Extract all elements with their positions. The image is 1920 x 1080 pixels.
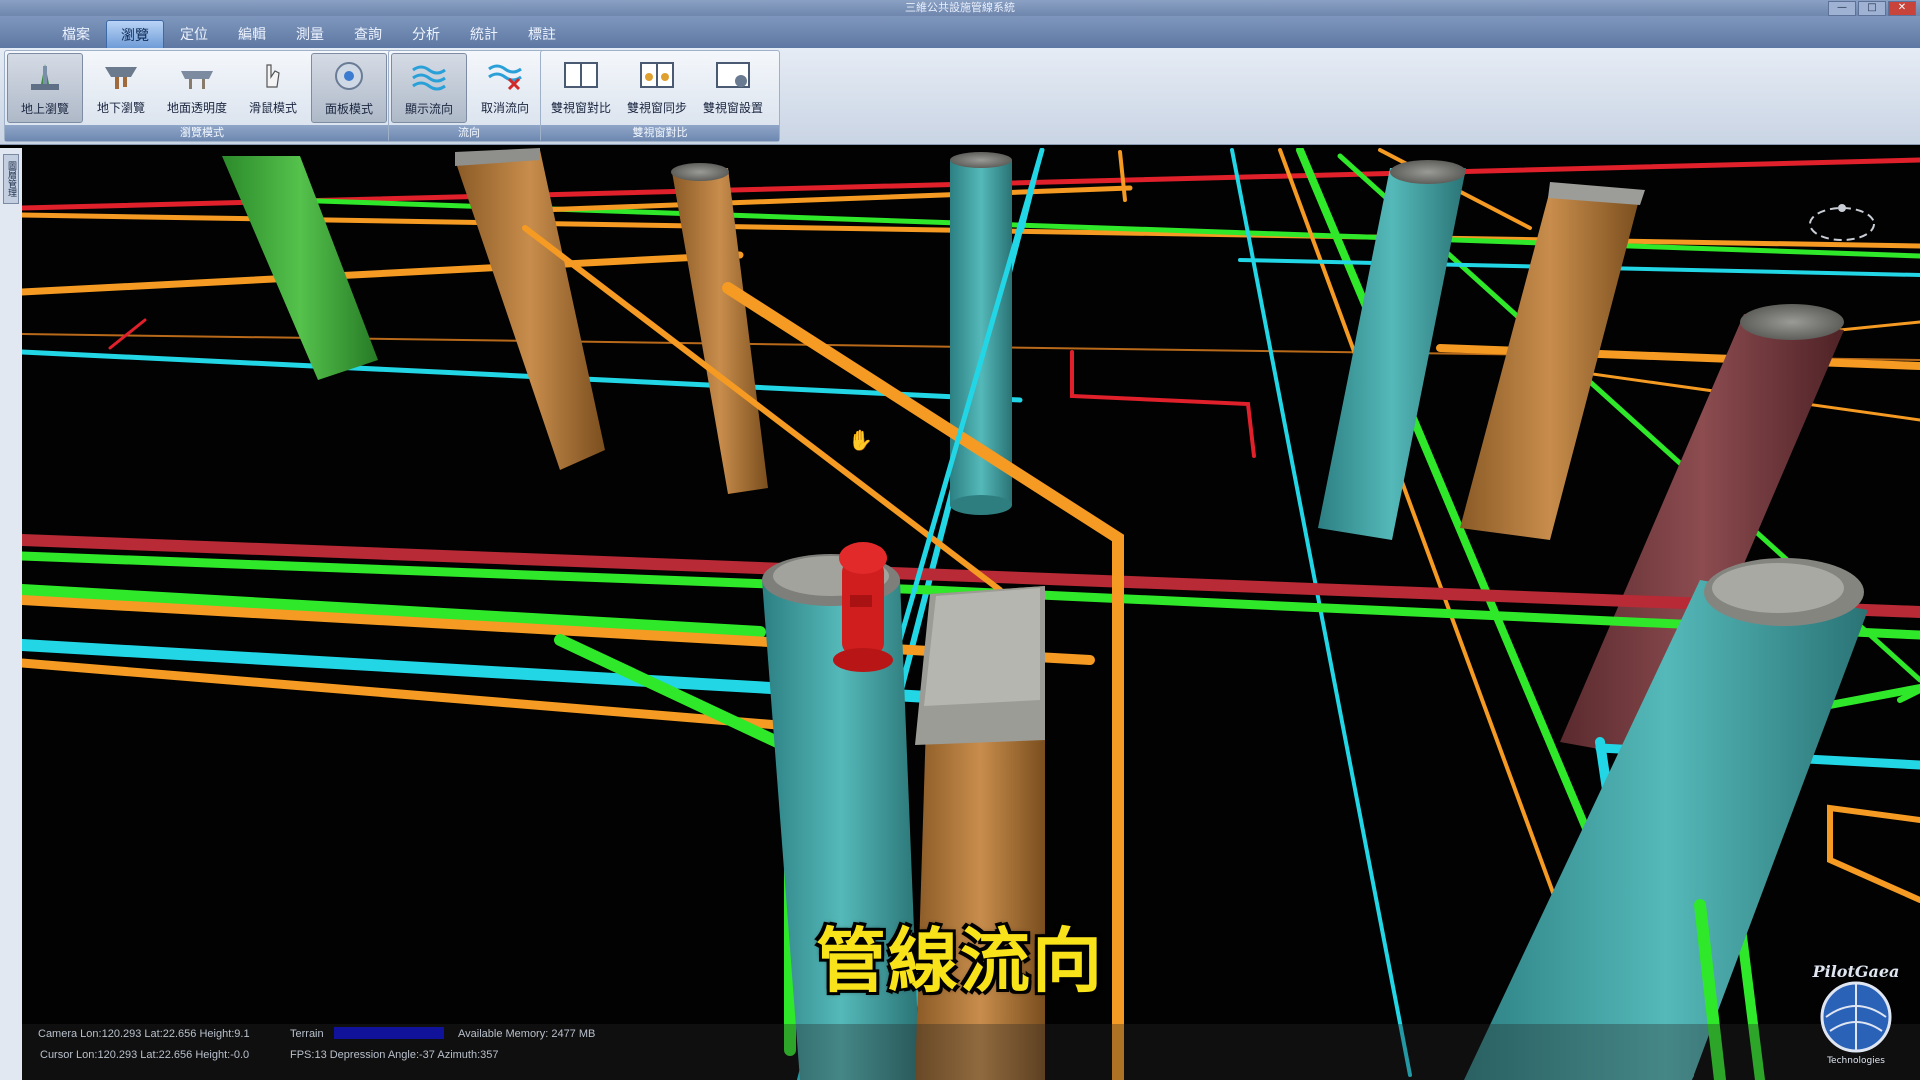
ribbon-button-2-1[interactable]: 雙視窗同步 [619,53,695,123]
menu-item-3[interactable]: 編輯 [224,16,280,48]
window-title: 三維公共設施管線系統 [905,1,1015,14]
menu-bar: 檔案 瀏覽 定位 編輯 測量 查詢 分析 統計 標註 [0,16,1920,50]
fire-hydrant [833,542,893,672]
underground-icon [105,67,137,89]
ribbon-group-title: 流向 [389,125,549,141]
ribbon-button-0-3[interactable]: 滑鼠模式 [235,53,311,123]
ribbon-button-label: 滑鼠模式 [248,101,297,115]
menu-item-2[interactable]: 定位 [166,16,222,48]
fps-readout: FPS:13 Depression Angle:-37 Azimuth:357 [290,1049,499,1061]
menu-item-6[interactable]: 分析 [398,16,454,48]
maximize-button[interactable]: □ [1858,1,1886,16]
menu-item-8[interactable]: 標註 [514,16,570,48]
ground-transparency-icon [181,71,213,89]
cancel-flow-icon [488,64,522,91]
dual-window-settings-icon [716,62,750,88]
ribbon-button-label: 雙視窗對比 [550,101,611,115]
menu-item-1[interactable]: 瀏覽 [106,20,164,50]
terrain-progress-bar [334,1027,444,1039]
dual-window-compare-icon [564,62,598,88]
ribbon-button-0-0[interactable]: 地上瀏覽 [7,53,83,123]
minimize-button[interactable]: — [1828,1,1856,16]
ribbon-button-2-2[interactable]: 雙視窗設置 [695,53,771,123]
close-button[interactable]: ✕ [1888,1,1916,16]
title-bar: 三維公共設施管線系統 — □ ✕ [0,0,1920,16]
hand-cursor-icon: ✋ [848,428,873,452]
memory-readout: Available Memory: 2477 MB [458,1028,596,1040]
menu-item-5[interactable]: 查詢 [340,16,396,48]
subtitle-caption: 管線流向 [816,920,1104,1002]
ribbon-group-1: 顯示流向 取消流向流向 [388,50,550,142]
ribbon-button-0-2[interactable]: 地面透明度 [159,53,235,123]
ribbon-button-label: 雙視窗同步 [626,101,687,115]
ribbon-button-label: 地上瀏覽 [20,102,69,116]
ribbon-button-label: 顯示流向 [404,102,453,116]
ribbon-button-0-1[interactable]: 地下瀏覽 [83,53,159,123]
camera-readout: Camera Lon:120.293 Lat:22.656 Height:9.1 [38,1028,250,1040]
ribbon-toolbar: 地上瀏覽 地下瀏覽 地面透明度 滑鼠模式 面板模式瀏覽模式 顯示流向 取消流向流向 雙視窗對比… [0,48,1920,145]
window-controls: — □ ✕ [1828,1,1916,16]
panel-mode-icon [335,62,363,90]
ribbon-group-title: 瀏覽模式 [5,125,399,141]
pilotgaea-logo: PilotGaea Technologies [1812,962,1900,1066]
menu-item-0[interactable]: 檔案 [48,16,104,48]
terrain-label: Terrain [290,1028,324,1040]
ribbon-button-label: 地面透明度 [166,101,227,115]
hand-cursor-icon [266,64,280,88]
ribbon-button-label: 取消流向 [480,101,529,115]
ribbon-button-2-0[interactable]: 雙視窗對比 [543,53,619,123]
ribbon-button-1-1[interactable]: 取消流向 [467,53,543,123]
cursor-readout: Cursor Lon:120.293 Lat:22.656 Height:-0.… [40,1049,250,1061]
ribbon-group-title: 雙視窗對比 [541,125,779,141]
logo-text: PilotGaea [1812,962,1900,981]
ribbon-button-1-0[interactable]: 顯示流向 [391,53,467,123]
ribbon-button-label: 地下瀏覽 [96,101,145,115]
menu-item-7[interactable]: 統計 [456,16,512,48]
compass-icon[interactable] [1806,196,1878,248]
menu-item-4[interactable]: 測量 [282,16,338,48]
dual-window-sync-icon [640,62,674,88]
ribbon-button-label: 面板模式 [324,102,373,116]
ribbon-group-2: 雙視窗對比 雙視窗同步 雙視窗設置 雙視窗對比 [540,50,780,142]
show-flow-icon [412,65,446,91]
above-ground-icon [31,64,59,90]
ribbon-button-label: 雙視窗設置 [702,101,763,115]
layer-manager-tab[interactable]: 圖層管理 [3,154,19,204]
ribbon-group-0: 地上瀏覽 地下瀏覽 地面透明度 滑鼠模式 面板模式瀏覽模式 [4,50,400,142]
logo-subtext: Technologies [1826,1056,1885,1066]
ribbon-button-0-4[interactable]: 面板模式 [311,53,387,123]
